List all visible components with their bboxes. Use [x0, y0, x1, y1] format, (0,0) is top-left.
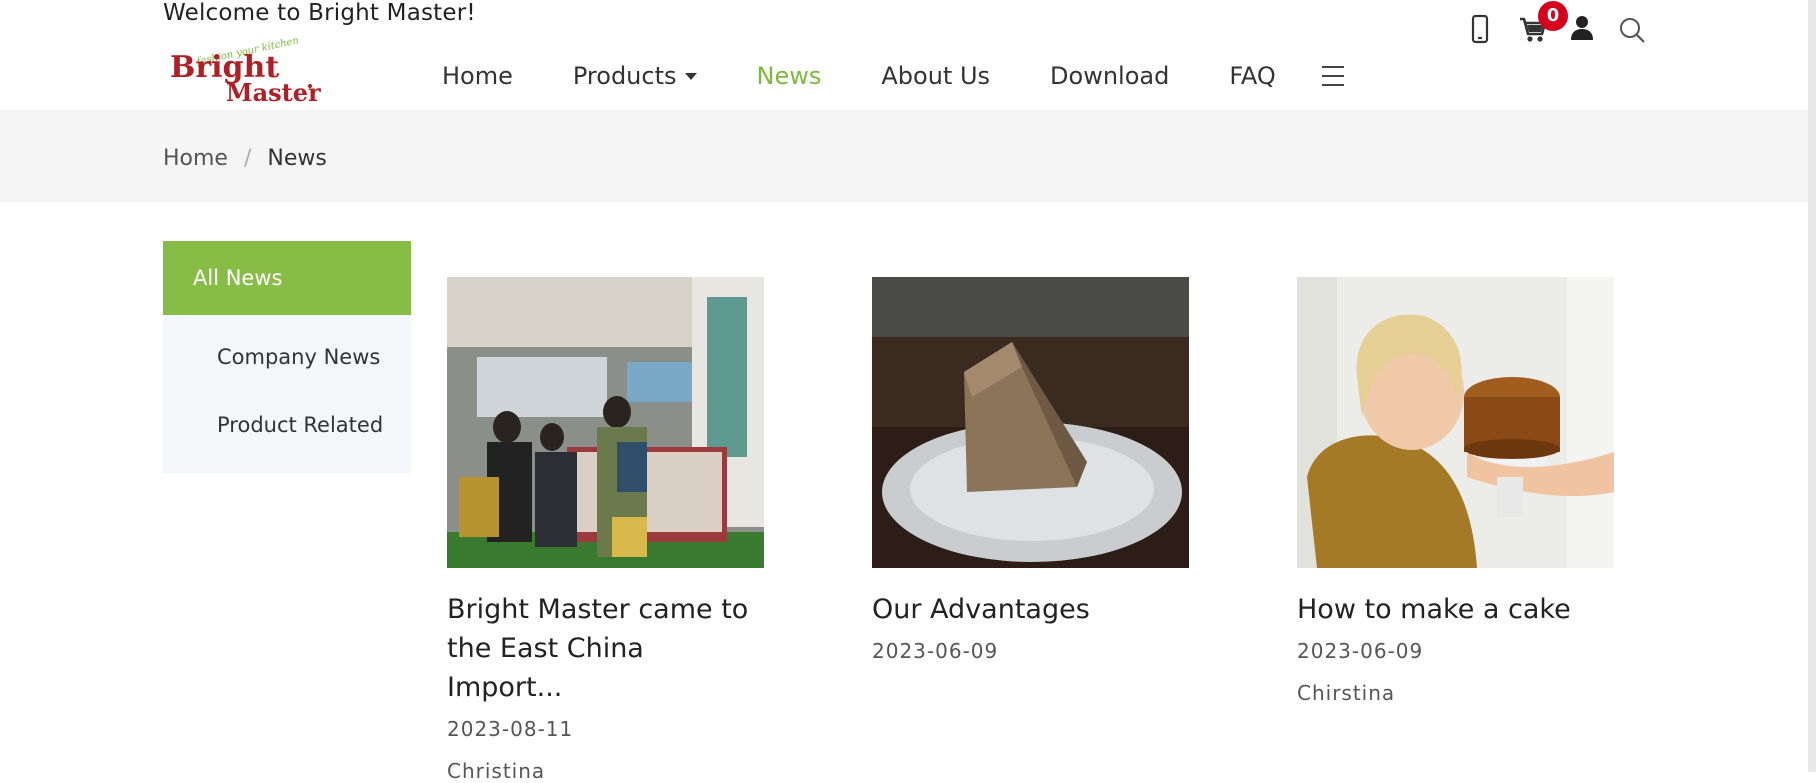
- breadcrumb-home[interactable]: Home: [163, 146, 228, 171]
- welcome-text: Welcome to Bright Master!: [163, 0, 476, 26]
- sidebar-item-company-news[interactable]: Company News: [163, 323, 411, 391]
- breadcrumb: Home / News: [163, 146, 327, 171]
- news-image-expo-booth[interactable]: [447, 277, 764, 568]
- page: Welcome to Bright Master! fashion your k…: [0, 0, 1816, 783]
- news-sidebar: All News Company News Product Related: [163, 241, 411, 473]
- news-card[interactable]: How to make a cake 2023-06-09 Chirstina: [1297, 277, 1614, 705]
- breadcrumb-separator: /: [243, 146, 252, 171]
- news-date: 2023-08-11: [447, 717, 574, 741]
- phone-icon[interactable]: [1470, 14, 1490, 44]
- logo[interactable]: fashion your kitchen Bright Master: [168, 35, 321, 108]
- logo-master: Master: [226, 78, 321, 107]
- nav-products[interactable]: Products: [573, 62, 697, 90]
- news-author: Chirstina: [1297, 681, 1396, 705]
- news-image-cake-slice[interactable]: [872, 277, 1189, 568]
- nav-products-label: Products: [572, 62, 677, 90]
- breadcrumb-current: News: [267, 146, 327, 171]
- nav-about-us[interactable]: About Us: [881, 62, 990, 90]
- user-icon[interactable]: [1568, 14, 1596, 42]
- news-title[interactable]: Our Advantages: [872, 590, 1189, 629]
- chevron-down-icon: [684, 72, 697, 80]
- nav-faq[interactable]: FAQ: [1229, 62, 1276, 90]
- scrollbar[interactable]: [1808, 0, 1816, 772]
- search-icon[interactable]: [1618, 16, 1646, 44]
- sidebar-item-product-related[interactable]: Product Related: [163, 391, 411, 459]
- nav-news[interactable]: News: [757, 62, 822, 90]
- news-card[interactable]: Our Advantages 2023-06-09: [872, 277, 1189, 663]
- cart-count-badge: 0: [1538, 1, 1568, 31]
- news-date: 2023-06-09: [1297, 639, 1424, 663]
- sidebar-list: Company News Product Related: [163, 315, 411, 473]
- hamburger-menu-icon[interactable]: [1322, 66, 1344, 86]
- nav-home[interactable]: Home: [442, 62, 513, 90]
- news-author: Christina: [447, 759, 546, 783]
- main-nav: Home Products News About Us Download FAQ: [442, 62, 1336, 90]
- news-image-child-eating-cake[interactable]: [1297, 277, 1614, 568]
- news-title[interactable]: Bright Master came to the East China Imp…: [447, 590, 764, 707]
- nav-download[interactable]: Download: [1050, 62, 1169, 90]
- logo-registered-dot: [308, 84, 312, 88]
- sidebar-item-all-news[interactable]: All News: [163, 241, 411, 315]
- news-date: 2023-06-09: [872, 639, 999, 663]
- news-card[interactable]: Bright Master came to the East China Imp…: [447, 277, 764, 783]
- news-title[interactable]: How to make a cake: [1297, 590, 1614, 629]
